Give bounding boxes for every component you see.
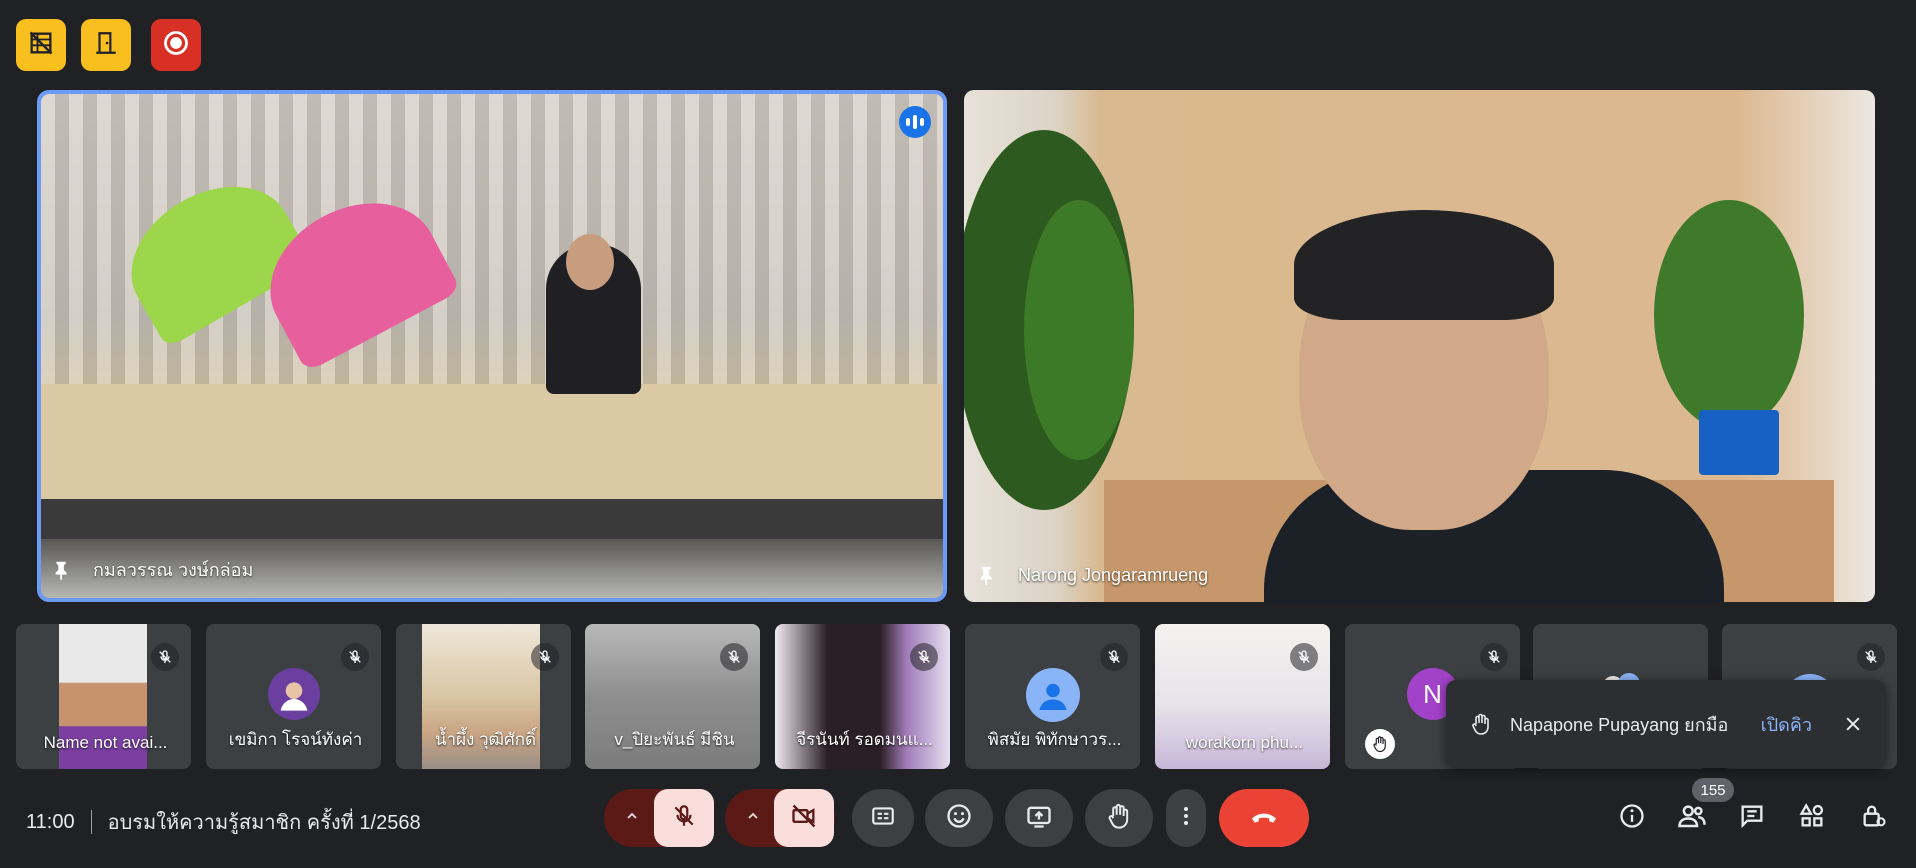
raise-hand-icon (1105, 802, 1133, 835)
chevron-up-icon (624, 808, 640, 829)
participant-thumb[interactable]: น้ำผึ้ง วุฒิศักดิ์ (396, 624, 571, 769)
mic-off-icon (910, 643, 938, 671)
chat-button[interactable] (1736, 802, 1768, 834)
mic-off-icon (151, 643, 179, 671)
microphone-button[interactable] (654, 789, 714, 847)
pin-icon[interactable] (974, 562, 1000, 588)
people-icon (1677, 801, 1707, 836)
participant-name: Narong Jongaramrueng (1018, 564, 1209, 585)
avatar (1025, 668, 1080, 722)
hang-up-icon (1248, 800, 1280, 837)
camera-options-button[interactable] (733, 789, 773, 847)
open-queue-link[interactable]: เปิดคิว (1761, 710, 1812, 739)
chevron-up-icon (745, 808, 761, 829)
camera-button[interactable] (774, 789, 834, 847)
participant-video (964, 90, 1875, 602)
participant-name: Name not avai... (43, 733, 168, 752)
camera-off-icon (790, 802, 818, 835)
mic-off-icon (1857, 643, 1885, 671)
meeting-title: อบรมให้ความรู้สมาชิก ครั้งที่ 1/2568 (107, 812, 421, 834)
meeting-info: 11:00 อบรมให้ความรู้สมาชิก ครั้งที่ 1/25… (26, 806, 421, 838)
raise-hand-button[interactable] (1085, 789, 1153, 847)
meeting-details-button[interactable] (1616, 802, 1648, 834)
door-button[interactable] (81, 19, 131, 71)
participant-thumb[interactable]: worakorn phu... (1155, 624, 1330, 769)
avatar (267, 668, 320, 720)
avatar-initial: N (1423, 678, 1442, 709)
leave-call-button[interactable] (1219, 789, 1309, 847)
speaking-indicator-icon (899, 106, 931, 138)
mic-off-icon (531, 643, 559, 671)
participant-thumb[interactable]: พิสมัย พิทักษาวร... (965, 624, 1140, 769)
meeting-time: 11:00 (26, 810, 75, 833)
notification-message: Napapone Pupayang ยกมือ (1510, 714, 1729, 735)
activities-icon (1798, 802, 1826, 835)
mic-off-icon (1100, 643, 1128, 671)
participant-name: กมลวรรณ วงษ์กล่อม (93, 560, 254, 580)
meeting-room-video (41, 94, 943, 598)
info-icon (1618, 802, 1646, 835)
mic-off-icon (1290, 643, 1318, 671)
participant-name: จีรนันท์ รอดมนแ... (796, 730, 933, 749)
divider (90, 810, 92, 834)
more-options-button[interactable] (1166, 789, 1206, 847)
participant-name: พิสมัย พิทักษาวร... (987, 730, 1122, 749)
emoji-reactions-button[interactable] (925, 789, 993, 847)
pin-icon[interactable] (49, 557, 75, 583)
present-screen-button[interactable] (1005, 789, 1073, 847)
mic-off-icon (720, 643, 748, 671)
captions-icon (870, 803, 896, 834)
microphone-options-button[interactable] (612, 789, 652, 847)
participant-name: เขมิกา โรจน์ทังค่า (228, 730, 363, 749)
main-video-tile-speaker[interactable]: กมลวรรณ วงษ์กล่อม (37, 90, 947, 602)
participants-count-badge: 155 (1692, 778, 1734, 802)
mic-off-icon (341, 643, 369, 671)
mic-off-icon (1480, 643, 1508, 671)
host-controls-button[interactable] (1858, 802, 1890, 834)
participant-thumb[interactable]: เขมิกา โรจน์ทังค่า (206, 624, 381, 769)
main-video-tile[interactable]: Narong Jongaramrueng (964, 90, 1875, 602)
host-controls-icon (1860, 802, 1888, 835)
more-vertical-icon (1174, 804, 1198, 833)
participant-name: น้ำผึ้ง วุฒิศักดิ์ (434, 730, 537, 749)
chat-icon (1738, 802, 1766, 835)
participant-thumb[interactable]: จีรนันท์ รอดมนแ... (775, 624, 950, 769)
close-icon[interactable] (1840, 711, 1866, 737)
raised-hand-icon (1466, 709, 1496, 739)
people-button[interactable] (1676, 802, 1708, 834)
present-screen-icon (1025, 802, 1053, 835)
activities-button[interactable] (1796, 802, 1828, 834)
participant-name: v_ปิยะพันธ์ มีชิน (614, 730, 735, 749)
mic-off-icon (671, 803, 697, 834)
raised-hand-icon (1365, 729, 1395, 759)
video-off-grid-icon (27, 29, 55, 62)
emoji-icon (945, 802, 973, 835)
participant-name: worakorn phu... (1185, 733, 1304, 752)
record-icon (162, 29, 190, 62)
participant-thumb[interactable]: v_ปิยะพันธ์ มีชิน (585, 624, 760, 769)
raised-hand-notification: Napapone Pupayang ยกมือ เปิดคิว (1446, 680, 1886, 768)
participant-thumb[interactable]: Name not avai... (16, 624, 191, 769)
video-off-grid-button[interactable] (16, 19, 66, 71)
record-button[interactable] (151, 19, 201, 71)
captions-button[interactable] (852, 789, 914, 847)
door-exit-icon (93, 30, 119, 61)
